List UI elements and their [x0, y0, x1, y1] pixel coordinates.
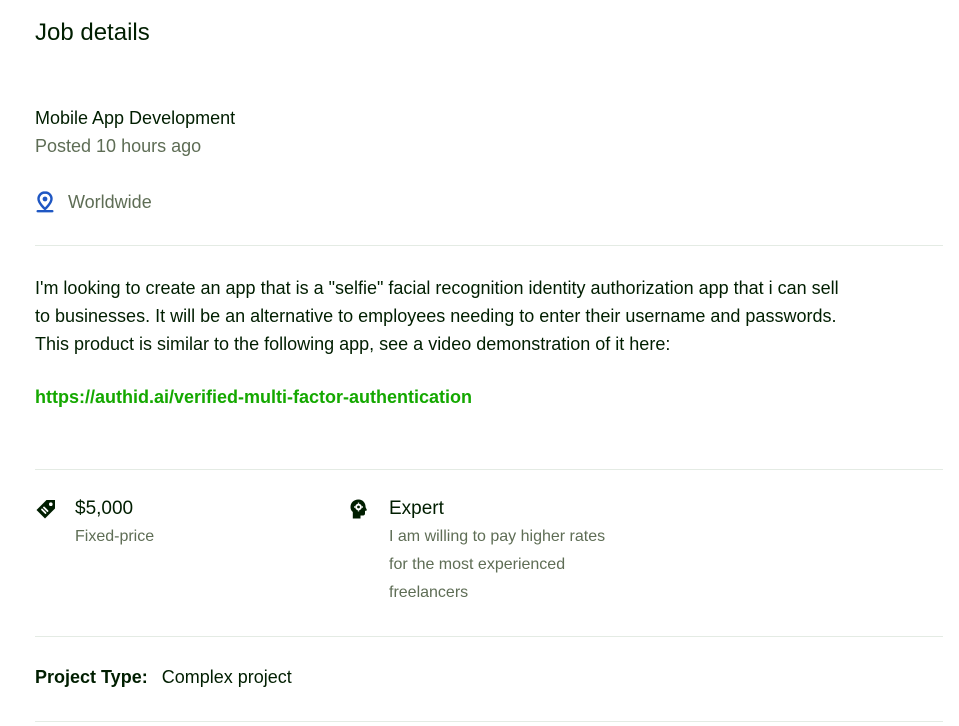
experience-level-description: I am willing to pay higher rates for the… — [389, 523, 639, 607]
divider — [35, 636, 943, 637]
job-title: Mobile App Development — [35, 108, 236, 128]
location-pin-icon — [35, 191, 55, 213]
location-label: Worldwide — [68, 192, 152, 212]
experience-level: Expert — [389, 498, 444, 519]
project-type-value: Complex project — [161, 667, 292, 687]
price-type: Fixed-price — [75, 528, 155, 545]
level-description-line: freelancers — [389, 584, 469, 601]
description-line: to businesses. It will be an alternative… — [35, 306, 837, 326]
description-line: This product is similar to the following… — [35, 334, 671, 354]
price-tag-icon — [35, 497, 57, 521]
divider — [35, 721, 943, 722]
project-type-label: Project Type: — [35, 667, 148, 687]
job-description: I'm looking to create an app that is a "… — [35, 274, 947, 358]
page-title: Job details — [35, 19, 150, 46]
price-value: $5,000 — [75, 498, 134, 519]
price-feature: $5,000 Fixed-price — [35, 497, 154, 551]
description-line: I'm looking to create an app that is a "… — [35, 278, 839, 298]
level-description-line: for the most experienced — [389, 556, 566, 573]
experience-level-feature: Expert I am willing to pay higher rates … — [349, 497, 639, 607]
location: Worldwide — [35, 190, 152, 214]
posted-time: Posted 10 hours ago — [35, 136, 202, 156]
expert-head-icon — [349, 497, 371, 521]
divider — [35, 469, 943, 470]
divider — [35, 245, 943, 246]
project-type: Project Type: Complex project — [35, 665, 292, 689]
level-description-line: I am willing to pay higher rates — [389, 528, 606, 545]
demo-link[interactable]: https://authid.ai/verified-multi-factor-… — [35, 385, 472, 409]
job-details-page: Job details Mobile App Development Poste… — [0, 0, 959, 726]
